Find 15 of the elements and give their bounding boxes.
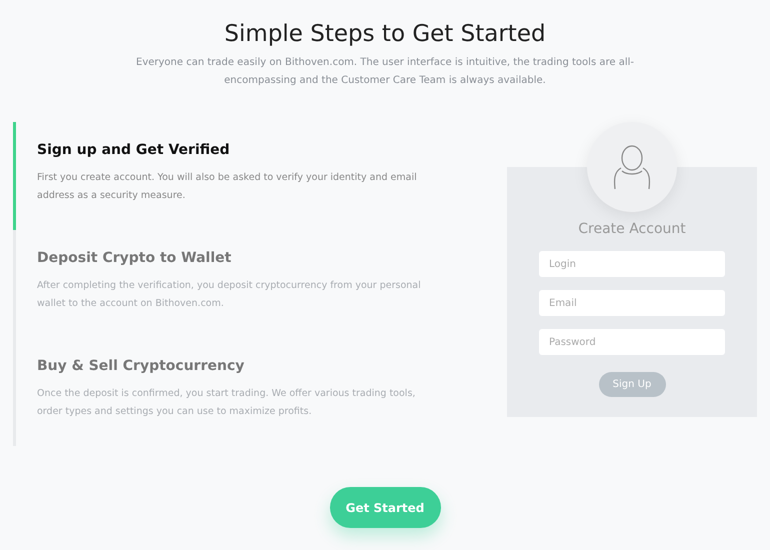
input-field[interactable]: Login [539,251,725,277]
user-icon [612,144,652,190]
step-description: Once the deposit is confirmed, you start trading. We offer various trading tools, order types and settings you can use to maximize profits. [37,387,416,419]
step-description: First you create account. You will also be asked to verify your identity and email address as a security measure. [37,171,418,203]
step-title: Sign up and Get Verified [37,141,231,160]
get-started-button[interactable]: Get Started [330,487,440,528]
signup-button[interactable]: Sign Up [598,372,666,397]
input-field[interactable]: Password [539,329,725,355]
step-description: After completing the verification, you deposit cryptocurrency from your personal wallet to the account on Bithoven.com. [37,279,422,311]
section-subtitle: Everyone can trade easily on Bithoven.com. The user interface is intuitive, the trading tools are all-encompassing and the Customer Care Team is always available. [135,56,635,88]
step-title: Deposit Crypto to Wallet [37,249,232,268]
input-field[interactable]: Email [539,290,725,316]
step-title: Buy & Sell Cryptocurrency [37,357,246,376]
card-title: Create Account [578,220,686,239]
section-title: Simple Steps to Get Started [224,20,546,49]
